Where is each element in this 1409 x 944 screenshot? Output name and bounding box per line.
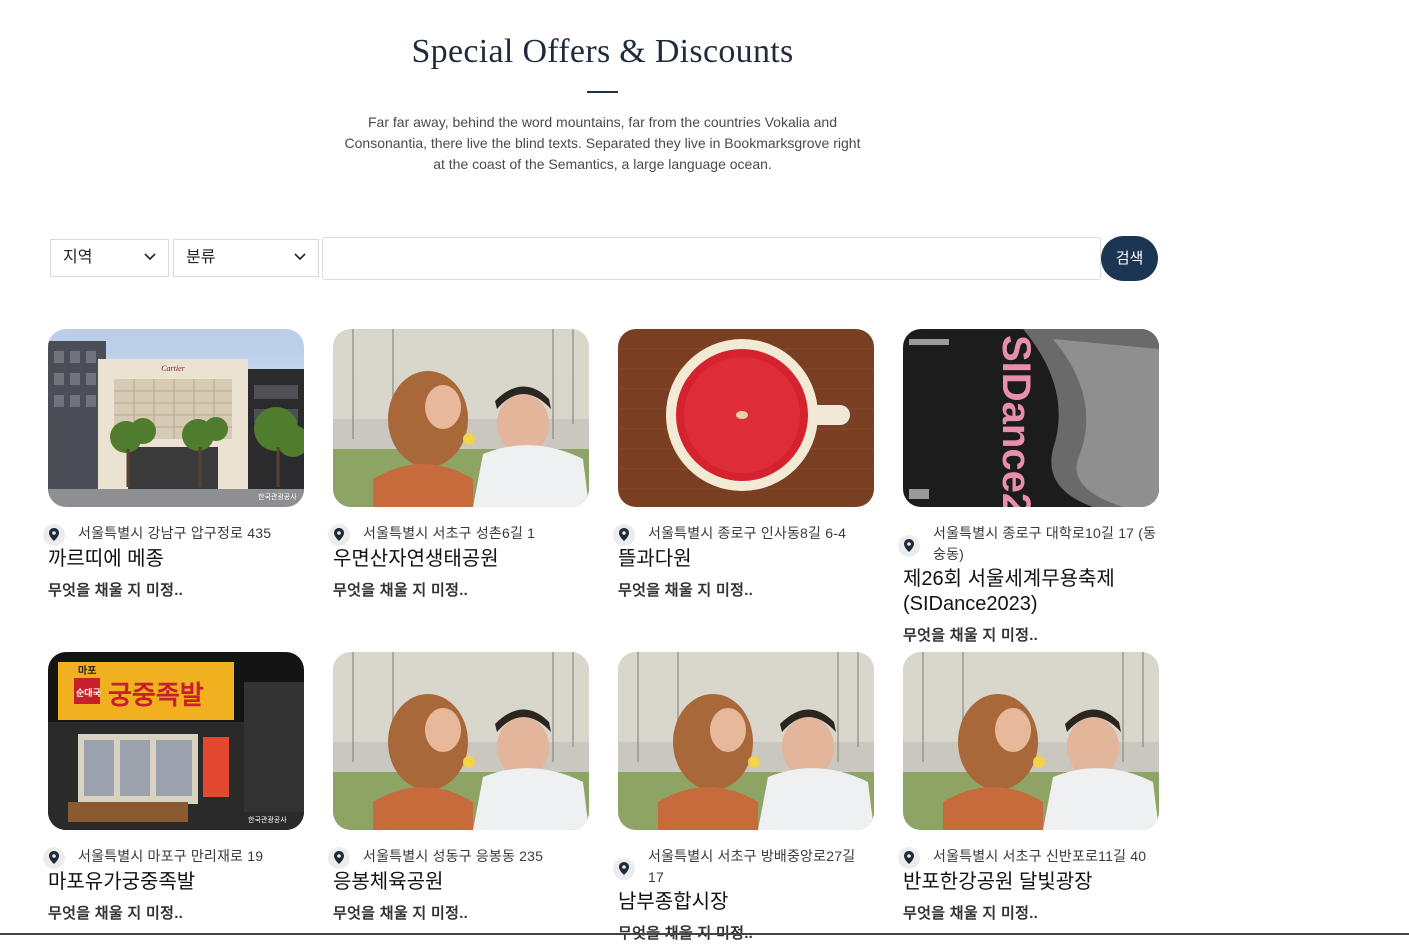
place-card[interactable]: Cartier 한국관광공사 서울특별시 강남구 압구정로 435 까르띠에 메… bbox=[43, 329, 304, 601]
place-address: 서울특별시 서초구 신반포로11길 40 bbox=[933, 848, 1147, 864]
place-card[interactable]: 마포 순대국 궁중족발 한국관광공사 서울특별시 마포구 만리재로 19 마포유… bbox=[43, 652, 304, 924]
map-pin-icon bbox=[898, 847, 920, 869]
address-row: 서울특별시 서초구 방배중앙로27길 17 bbox=[613, 846, 874, 888]
place-photo[interactable]: SIDance2023 bbox=[903, 329, 1159, 507]
place-photo[interactable]: Cartier 한국관광공사 bbox=[48, 329, 304, 507]
place-description: 무엇을 채울 지 미정.. bbox=[333, 582, 469, 599]
map-pin-icon bbox=[43, 524, 65, 546]
address-row: 서울특별시 성동구 응봉동 235 bbox=[328, 846, 589, 869]
region-select-value: 지역 bbox=[63, 249, 93, 266]
place-description: 무엇을 채울 지 미정.. bbox=[903, 905, 1039, 922]
chevron-down-icon bbox=[294, 253, 306, 261]
place-card[interactable]: 서울특별시 서초구 성촌6길 1 우면산자연생태공원 무엇을 채울 지 미정.. bbox=[328, 329, 589, 601]
place-address: 서울특별시 성동구 응봉동 235 bbox=[363, 848, 544, 864]
search-bar: 지역 분류 검색 bbox=[50, 236, 1158, 281]
title-underline bbox=[587, 91, 618, 93]
place-name[interactable]: 뜰과다원 bbox=[618, 547, 874, 572]
place-card[interactable]: 서울특별시 종로구 인사동8길 6-4 뜰과다원 무엇을 채울 지 미정.. bbox=[613, 329, 874, 601]
place-photo[interactable] bbox=[333, 652, 589, 830]
place-name[interactable]: 반포한강공원 달빛광장 bbox=[903, 870, 1159, 895]
place-address: 서울특별시 종로구 대학로10길 17 (동숭동) bbox=[933, 525, 1157, 562]
place-description: 무엇을 채울 지 미정.. bbox=[48, 582, 184, 599]
address-row: 서울특별시 서초구 성촌6길 1 bbox=[328, 523, 589, 546]
map-pin-icon bbox=[43, 847, 65, 869]
store-logo: Cartier bbox=[161, 364, 185, 373]
watermark-text: 한국관광공사 bbox=[248, 815, 287, 824]
place-name[interactable]: 제26회 서울세계무용축제(SIDance2023) bbox=[903, 567, 1159, 617]
shop-sign-main: 궁중족발 bbox=[108, 681, 204, 711]
place-name[interactable]: 까르띠에 메종 bbox=[48, 547, 304, 572]
shop-sign-red: 순대국 bbox=[76, 687, 102, 699]
place-name[interactable]: 남부종합시장 bbox=[618, 890, 874, 915]
place-address: 서울특별시 강남구 압구정로 435 bbox=[78, 525, 272, 541]
place-photo[interactable] bbox=[903, 652, 1159, 830]
place-photo[interactable] bbox=[333, 329, 589, 507]
address-row: 서울특별시 강남구 압구정로 435 bbox=[43, 523, 304, 546]
place-description: 무엇을 채울 지 미정.. bbox=[333, 905, 469, 922]
category-select[interactable]: 분류 bbox=[173, 239, 319, 277]
section-header: Special Offers & Discounts Far far away,… bbox=[300, 30, 905, 175]
place-name[interactable]: 응봉체육공원 bbox=[333, 870, 589, 895]
place-card[interactable]: 서울특별시 서초구 방배중앙로27길 17 남부종합시장 무엇을 채울 지 미정… bbox=[613, 652, 874, 944]
place-address: 서울특별시 마포구 만리재로 19 bbox=[78, 848, 264, 864]
place-name[interactable]: 우면산자연생태공원 bbox=[333, 547, 589, 572]
place-address: 서울특별시 서초구 방배중앙로27길 17 bbox=[648, 848, 856, 885]
place-card[interactable]: 서울특별시 성동구 응봉동 235 응봉체육공원 무엇을 채울 지 미정.. bbox=[328, 652, 589, 924]
search-input[interactable] bbox=[322, 237, 1101, 280]
map-pin-icon bbox=[328, 847, 350, 869]
watermark-text: 한국관광공사 bbox=[258, 492, 297, 501]
category-select-value: 분류 bbox=[186, 249, 216, 266]
place-description: 무엇을 채울 지 미정.. bbox=[618, 582, 754, 599]
map-pin-icon bbox=[613, 524, 635, 546]
map-pin-icon bbox=[328, 524, 350, 546]
page-title: Special Offers & Discounts bbox=[411, 33, 794, 70]
place-card[interactable]: SIDance2023 서울특별시 종로구 대학로10길 17 (동숭동) 제2… bbox=[898, 329, 1159, 646]
map-pin-icon bbox=[898, 535, 920, 557]
address-row: 서울특별시 종로구 인사동8길 6-4 bbox=[613, 523, 874, 546]
place-card[interactable]: 서울특별시 서초구 신반포로11길 40 반포한강공원 달빛광장 무엇을 채울 … bbox=[898, 652, 1159, 924]
place-description: 무엇을 채울 지 미정.. bbox=[48, 905, 184, 922]
poster-title: SIDance2023 bbox=[994, 335, 1038, 507]
address-row: 서울특별시 종로구 대학로10길 17 (동숭동) bbox=[898, 523, 1159, 565]
place-description: 무엇을 채울 지 미정.. bbox=[903, 627, 1039, 644]
place-name[interactable]: 마포유가궁중족발 bbox=[48, 870, 304, 895]
place-photo[interactable] bbox=[618, 652, 874, 830]
place-address: 서울특별시 서초구 성촌6길 1 bbox=[363, 525, 536, 541]
place-address: 서울특별시 종로구 인사동8길 6-4 bbox=[648, 525, 847, 541]
address-row: 서울특별시 서초구 신반포로11길 40 bbox=[898, 846, 1159, 869]
map-pin-icon bbox=[613, 858, 635, 880]
chevron-down-icon bbox=[144, 253, 156, 261]
page-subtitle: Far far away, behind the word mountains,… bbox=[344, 114, 861, 172]
place-photo[interactable]: 마포 순대국 궁중족발 한국관광공사 bbox=[48, 652, 304, 830]
search-button[interactable]: 검색 bbox=[1101, 236, 1158, 281]
place-photo[interactable] bbox=[618, 329, 874, 507]
region-select[interactable]: 지역 bbox=[50, 239, 169, 277]
address-row: 서울특별시 마포구 만리재로 19 bbox=[43, 846, 304, 869]
shop-sign-small: 마포 bbox=[78, 664, 96, 677]
